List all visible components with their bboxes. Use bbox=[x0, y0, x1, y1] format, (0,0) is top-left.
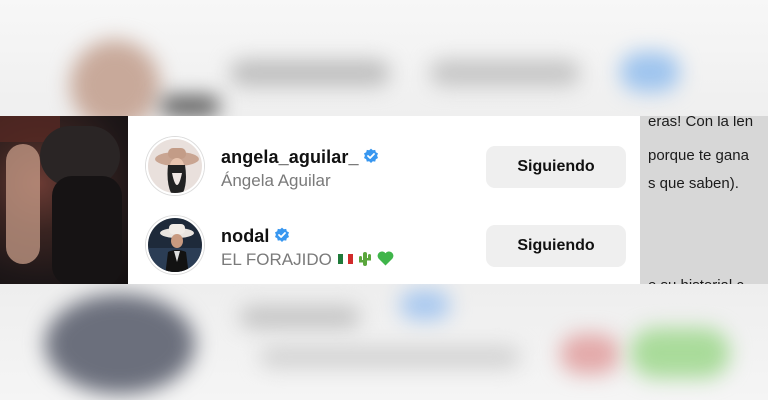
mexico-flag-icon bbox=[337, 253, 353, 264]
avatar-image bbox=[148, 218, 202, 272]
full-name-label: EL FORAJIDO bbox=[221, 250, 332, 269]
verified-badge-icon bbox=[363, 148, 378, 164]
blurred-shape bbox=[560, 334, 620, 374]
full-name-text: Ángela Aguilar bbox=[221, 171, 331, 190]
avatar-image bbox=[148, 139, 202, 193]
caption-line: s que saben). bbox=[648, 175, 739, 192]
background-photo bbox=[0, 116, 128, 284]
following-button[interactable]: Siguiendo bbox=[486, 225, 626, 267]
blurred-shape bbox=[630, 328, 730, 378]
username-label[interactable]: nodal bbox=[221, 226, 270, 246]
blurred-avatar bbox=[45, 294, 195, 394]
blurred-background-top bbox=[0, 0, 768, 116]
avatar[interactable] bbox=[146, 216, 204, 274]
list-item[interactable]: nodal EL FORAJIDO Siguiendo bbox=[128, 211, 640, 281]
following-button[interactable]: Siguiendo bbox=[486, 146, 626, 188]
username-text[interactable]: angela_aguilar_ bbox=[221, 147, 379, 168]
blurred-text bbox=[260, 346, 520, 368]
verified-badge-icon bbox=[274, 227, 289, 243]
blurred-button bbox=[620, 52, 680, 92]
username-text[interactable]: nodal bbox=[221, 226, 290, 247]
blurred-badge bbox=[400, 290, 450, 320]
blurred-background-bottom bbox=[0, 284, 768, 400]
green-heart-icon bbox=[377, 251, 394, 266]
caption-line: porque te gana bbox=[648, 147, 749, 164]
background-caption-text: eras! Con la len porque te gana s que sa… bbox=[640, 116, 768, 284]
blurred-text bbox=[430, 60, 580, 86]
cactus-icon bbox=[358, 251, 371, 266]
caption-line: eras! Con la len bbox=[648, 116, 754, 130]
blurred-shape bbox=[160, 96, 220, 116]
blurred-text bbox=[240, 306, 360, 328]
caption-line: e su historial c bbox=[648, 274, 744, 284]
list-item[interactable]: angela_aguilar_ Ángela Aguilar Siguiendo bbox=[128, 132, 640, 202]
full-name-text: EL FORAJIDO bbox=[221, 250, 394, 270]
following-list-panel: angela_aguilar_ Ángela Aguilar Siguiendo… bbox=[128, 116, 640, 284]
username-label[interactable]: angela_aguilar_ bbox=[221, 147, 359, 167]
avatar[interactable] bbox=[146, 137, 204, 195]
blurred-avatar bbox=[70, 40, 160, 116]
blurred-text bbox=[230, 60, 390, 86]
